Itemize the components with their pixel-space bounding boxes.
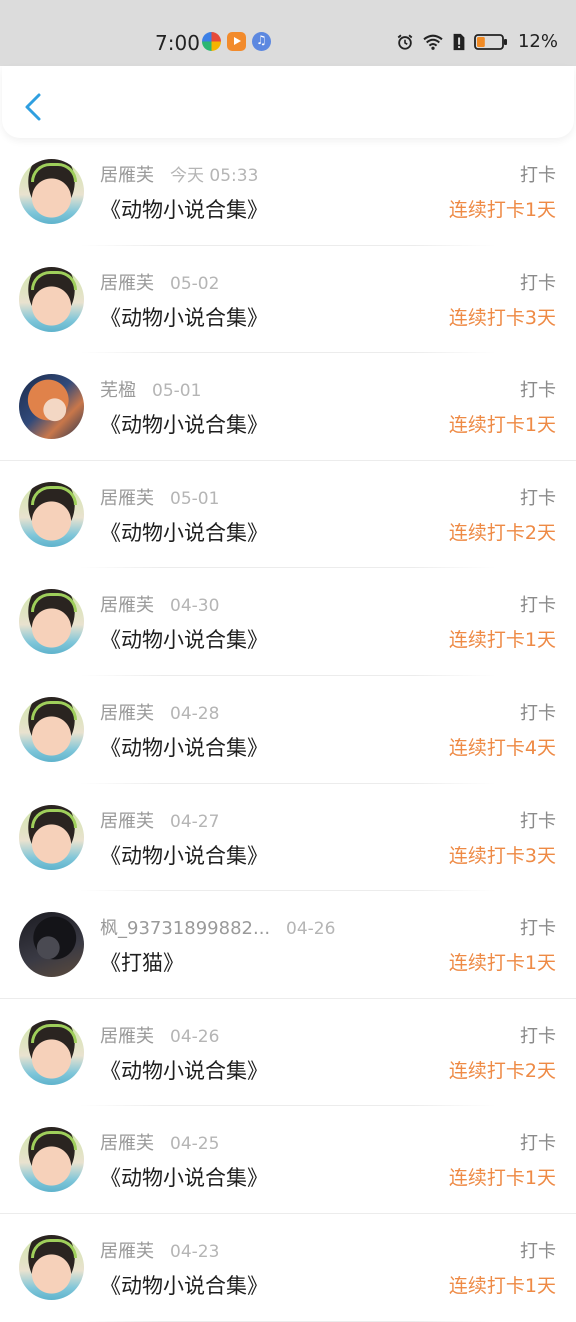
user-name[interactable]: 居雁芙 bbox=[100, 1025, 154, 1049]
checkin-time: 04-30 bbox=[170, 596, 220, 617]
status-indicators: 12% bbox=[396, 31, 558, 52]
app-video-icon bbox=[227, 32, 246, 51]
checkin-label: 打卡 bbox=[520, 1240, 556, 1262]
status-time: 7:00 bbox=[155, 31, 200, 55]
streak-label: 连续打卡1天 bbox=[448, 199, 556, 221]
wifi-icon bbox=[423, 34, 443, 50]
checkin-row[interactable]: 居雁芙 04-23 《动物小说合集》 打卡连续打卡1天 bbox=[0, 1214, 576, 1322]
streak-label: 连续打卡1天 bbox=[448, 414, 556, 437]
book-title[interactable]: 《动物小说合集》 bbox=[100, 626, 268, 654]
checkin-row[interactable]: 居雁芙 今天 05:33 《动物小说合集》 打卡连续打卡1天 bbox=[0, 138, 576, 246]
streak-label: 连续打卡1天 bbox=[448, 952, 556, 975]
user-name[interactable]: 居雁芙 bbox=[100, 810, 154, 834]
avatar[interactable] bbox=[19, 1234, 84, 1300]
book-title[interactable]: 《动物小说合集》 bbox=[100, 1057, 268, 1085]
checkin-label: 打卡 bbox=[520, 1025, 556, 1047]
streak-label: 连续打卡2天 bbox=[448, 521, 556, 544]
checkin-row[interactable]: 居雁芙 04-30 《动物小说合集》 打卡连续打卡1天 bbox=[0, 568, 576, 676]
checkin-label: 打卡 bbox=[520, 487, 556, 509]
checkin-label: 打卡 bbox=[520, 272, 556, 294]
user-name[interactable]: 枫_93731899882... bbox=[100, 917, 270, 941]
book-title[interactable]: 《动物小说合集》 bbox=[100, 1272, 268, 1300]
checkin-row[interactable]: 居雁芙 05-01 《动物小说合集》 打卡连续打卡2天 bbox=[0, 461, 576, 569]
avatar[interactable] bbox=[19, 912, 84, 978]
battery-icon bbox=[474, 33, 507, 50]
book-title[interactable]: 《动物小说合集》 bbox=[100, 196, 268, 224]
checkin-time: 04-26 bbox=[170, 1026, 220, 1047]
checkin-time: 04-28 bbox=[170, 703, 220, 724]
streak-label: 连续打卡1天 bbox=[448, 629, 556, 652]
checkin-time: 今天 05:33 bbox=[170, 166, 259, 186]
user-name[interactable]: 居雁芙 bbox=[100, 594, 154, 618]
checkin-time: 04-25 bbox=[170, 1134, 220, 1155]
book-title[interactable]: 《动物小说合集》 bbox=[100, 734, 268, 762]
user-name[interactable]: 居雁芙 bbox=[100, 272, 154, 296]
chevron-left-icon[interactable] bbox=[20, 92, 46, 122]
user-name[interactable]: 居雁芙 bbox=[100, 1132, 154, 1156]
streak-label: 连续打卡1天 bbox=[448, 1274, 556, 1297]
avatar[interactable] bbox=[19, 1127, 84, 1193]
avatar[interactable] bbox=[19, 159, 84, 224]
avatar[interactable] bbox=[19, 374, 84, 440]
checkin-label: 打卡 bbox=[520, 1133, 556, 1155]
avatar[interactable] bbox=[19, 481, 84, 547]
book-title[interactable]: 《动物小说合集》 bbox=[100, 842, 268, 870]
avatar[interactable] bbox=[19, 696, 84, 762]
battery-percentage: 12% bbox=[517, 31, 558, 52]
checkin-time: 04-26 bbox=[286, 919, 336, 940]
checkin-row[interactable]: 居雁芙 04-28 《动物小说合集》 打卡连续打卡4天 bbox=[0, 676, 576, 784]
checkin-label: 打卡 bbox=[520, 165, 556, 186]
checkin-label: 打卡 bbox=[520, 810, 556, 832]
checkin-time: 05-02 bbox=[170, 273, 220, 294]
checkin-label: 打卡 bbox=[520, 702, 556, 724]
app-music-icon bbox=[252, 32, 271, 51]
book-title[interactable]: 《打猫》 bbox=[100, 949, 184, 977]
checkin-time: 04-23 bbox=[170, 1241, 220, 1262]
checkin-row[interactable]: 居雁芙 04-25 《动物小说合集》 打卡连续打卡1天 bbox=[0, 1106, 576, 1214]
alarm-icon bbox=[397, 34, 413, 50]
user-name[interactable]: 居雁芙 bbox=[100, 487, 154, 511]
status-app-icons bbox=[202, 32, 271, 51]
sim-alert-icon bbox=[453, 33, 465, 50]
book-title[interactable]: 《动物小说合集》 bbox=[100, 519, 268, 547]
streak-label: 连续打卡2天 bbox=[448, 1059, 556, 1082]
checkin-label: 打卡 bbox=[520, 918, 556, 940]
user-name[interactable]: 居雁芙 bbox=[100, 1240, 154, 1264]
book-title[interactable]: 《动物小说合集》 bbox=[100, 1164, 268, 1192]
user-name[interactable]: 芜楹 bbox=[100, 379, 136, 403]
book-title[interactable]: 《动物小说合集》 bbox=[100, 411, 268, 439]
checkin-row[interactable]: 居雁芙 05-02 《动物小说合集》 打卡连续打卡3天 bbox=[0, 246, 576, 354]
avatar[interactable] bbox=[19, 804, 84, 870]
checkin-row[interactable]: 芜楹 05-01 《动物小说合集》 打卡连续打卡1天 bbox=[0, 353, 576, 461]
checkin-time: 05-01 bbox=[170, 488, 220, 509]
checkin-row[interactable]: 居雁芙 04-26 《动物小说合集》 打卡连续打卡2天 bbox=[0, 999, 576, 1107]
avatar[interactable] bbox=[19, 1019, 84, 1085]
avatar[interactable] bbox=[19, 266, 84, 332]
checkin-list: 居雁芙 今天 05:33 《动物小说合集》 打卡 连续打卡1天 居雁芙 05-02 《动物小说… bbox=[0, 138, 576, 1322]
book-title[interactable]: 《动物小说合集》 bbox=[100, 304, 268, 332]
user-name[interactable]: 居雁芙 bbox=[100, 702, 154, 726]
streak-label: 连续打卡4天 bbox=[448, 736, 556, 759]
checkin-time: 05-01 bbox=[152, 381, 202, 402]
app-pinwheel-icon bbox=[202, 32, 221, 51]
checkin-row[interactable]: 居雁芙 04-27 《动物小说合集》 打卡连续打卡3天 bbox=[0, 784, 576, 892]
streak-label: 连续打卡3天 bbox=[448, 844, 556, 867]
checkin-label: 打卡 bbox=[520, 380, 556, 402]
user-name[interactable]: 居雁芙 bbox=[100, 164, 154, 188]
checkin-time: 04-27 bbox=[170, 811, 220, 832]
row-divider bbox=[80, 1320, 496, 1322]
status-bar: 7:00 12% bbox=[0, 0, 576, 66]
streak-label: 连续打卡3天 bbox=[448, 306, 556, 329]
streak-label: 连续打卡1天 bbox=[448, 1167, 556, 1190]
checkin-label: 打卡 bbox=[520, 595, 556, 617]
avatar[interactable] bbox=[19, 589, 84, 655]
checkin-row[interactable]: 枫_93731899882... 04-26 《打猫》 打卡连续打卡1天 bbox=[0, 891, 576, 999]
app-header bbox=[2, 66, 574, 138]
